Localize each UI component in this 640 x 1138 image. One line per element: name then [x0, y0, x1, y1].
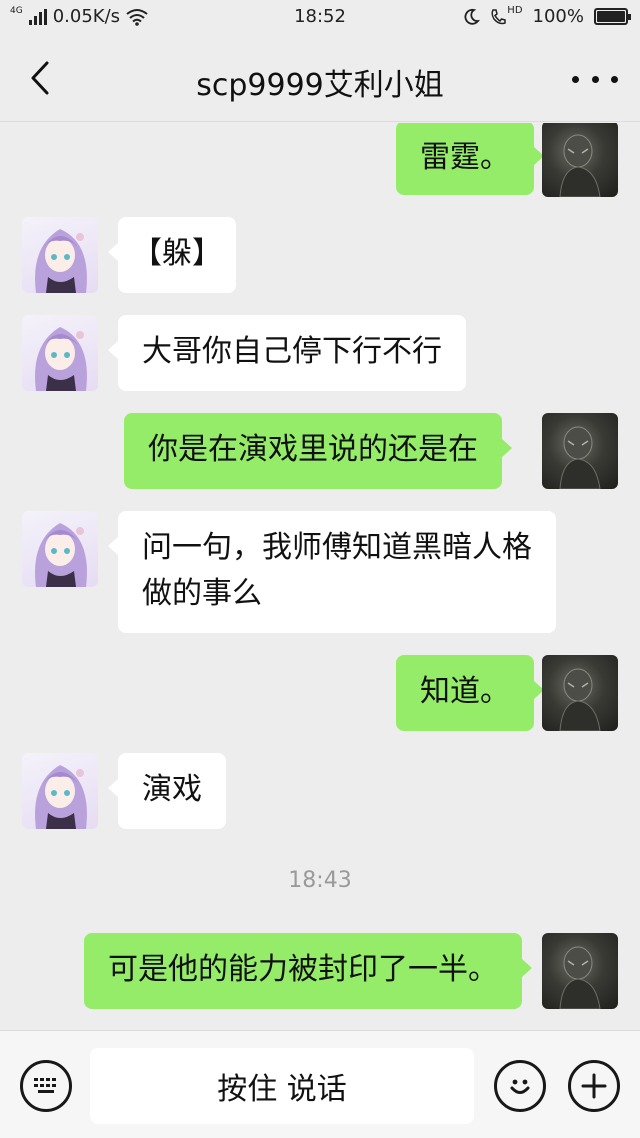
more-functions-button[interactable]: [568, 1060, 620, 1112]
battery-icon: [594, 8, 631, 25]
my-avatar[interactable]: [542, 123, 618, 197]
message-text: 演戏: [142, 772, 202, 807]
message-text: 可是他的能力被封印了一半。: [108, 952, 498, 987]
message-timestamp: 18:43: [288, 868, 352, 893]
anime-girl-avatar-icon: [35, 327, 87, 391]
emoji-button[interactable]: [494, 1060, 546, 1112]
message-bubble-incoming[interactable]: 演戏: [108, 753, 226, 829]
more-button[interactable]: [572, 62, 618, 96]
more-dot-icon: [572, 75, 579, 83]
message-text: 你是在演戏里说的还是在: [148, 432, 478, 467]
contact-avatar[interactable]: [22, 315, 98, 391]
contact-avatar[interactable]: [22, 753, 98, 829]
contact-avatar[interactable]: [22, 511, 98, 587]
hold-to-talk-button[interactable]: 按住 说话: [90, 1048, 474, 1124]
dark-character-avatar-icon: [559, 668, 601, 731]
message-text: 【躲】: [132, 236, 222, 271]
my-avatar[interactable]: [542, 413, 618, 489]
keyboard-icon: [34, 1078, 56, 1093]
more-dot-icon: [611, 75, 618, 83]
plus-icon: [581, 1073, 607, 1099]
more-dot-icon: [591, 75, 599, 83]
call-hd-indicator: HD: [490, 5, 523, 26]
message-bubble-incoming[interactable]: 大哥你自己停下行不行: [108, 315, 466, 391]
message-bubble-incoming[interactable]: 【躲】: [108, 217, 236, 293]
moon-icon: [464, 8, 481, 25]
message-text: 雷霆。: [420, 140, 510, 175]
battery-percent: 100%: [532, 6, 584, 27]
chat-title: scp9999艾利小姐: [196, 68, 444, 103]
anime-girl-avatar-icon: [35, 765, 87, 829]
message-text: 知道。: [420, 674, 510, 709]
contact-avatar[interactable]: [22, 217, 98, 293]
battery-fill: [597, 11, 625, 22]
message-text: 大哥你自己停下行不行: [142, 334, 442, 369]
message-bubble-outgoing[interactable]: 可是他的能力被封印了一半。: [84, 933, 532, 1009]
dark-character-avatar-icon: [559, 946, 601, 1009]
smiley-icon: [510, 1079, 530, 1094]
message-list[interactable]: 雷霆。 【躲】 大哥你自己停下行不行 你是在演戏里说的还是在 问一句，我师傅知道…: [0, 123, 640, 1030]
anime-girl-avatar-icon: [35, 523, 87, 587]
message-bubble-outgoing[interactable]: 知道。: [396, 655, 544, 731]
keyboard-toggle-button[interactable]: [20, 1060, 72, 1112]
message-text: 问一句，我师傅知道黑暗人格做的事么: [142, 530, 532, 611]
status-right: HD 100%: [462, 5, 631, 27]
anime-girl-avatar-icon: [35, 229, 87, 293]
input-toolbar: 按住 说话: [0, 1030, 640, 1138]
my-avatar[interactable]: [542, 655, 618, 731]
dark-character-avatar-icon: [559, 426, 601, 489]
status-bar: 4G 0.05K/s 18:52 HD 100%: [0, 0, 640, 36]
chat-header: scp9999艾利小姐: [0, 36, 640, 122]
message-bubble-outgoing[interactable]: 你是在演戏里说的还是在: [124, 413, 512, 489]
phone-icon: [491, 8, 507, 24]
hd-label: HD: [507, 5, 523, 16]
my-avatar[interactable]: [542, 933, 618, 1009]
message-bubble-outgoing[interactable]: 雷霆。: [396, 123, 544, 195]
message-bubble-incoming[interactable]: 问一句，我师傅知道黑暗人格做的事么: [108, 511, 556, 633]
dark-character-avatar-icon: [559, 134, 601, 197]
